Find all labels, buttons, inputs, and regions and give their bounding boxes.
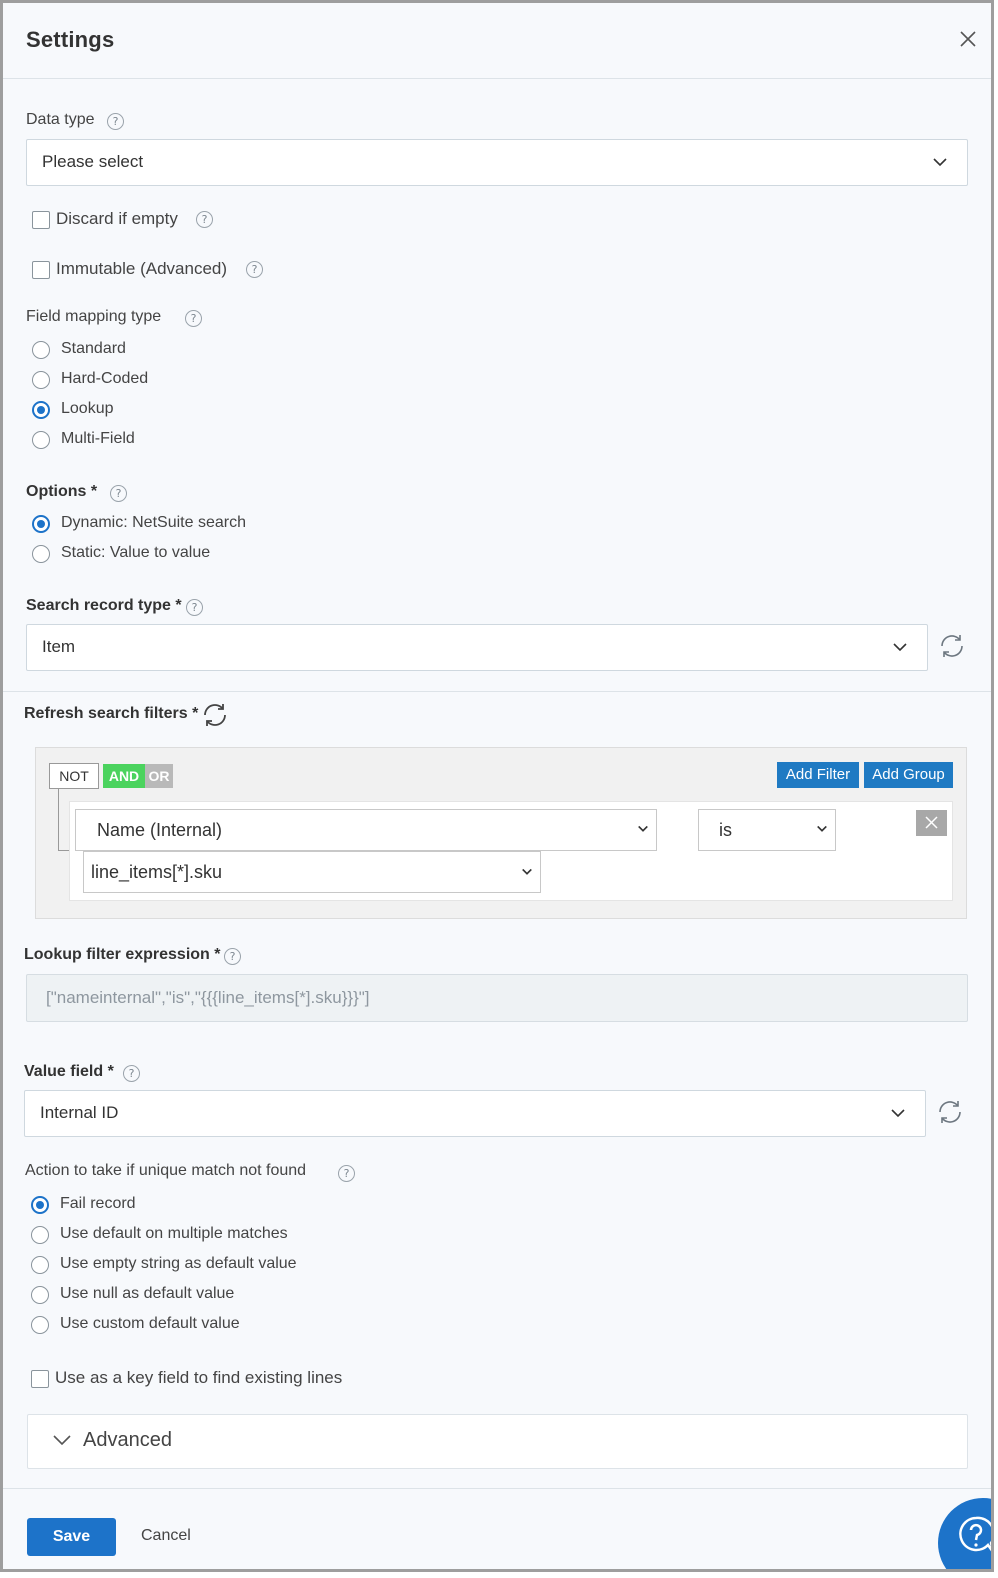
radio-custom-default-label: Use custom default value: [60, 1315, 240, 1332]
radio-empty-string-default-label: Use empty string as default value: [60, 1255, 297, 1272]
save-button[interactable]: Save: [27, 1518, 116, 1556]
radio-standard-label: Standard: [61, 340, 126, 357]
radio-null-default[interactable]: [31, 1286, 49, 1304]
search-record-type-label: Search record type *: [26, 597, 182, 614]
radio-default-multiple-matches-label: Use default on multiple matches: [60, 1225, 288, 1242]
or-toggle-button[interactable]: OR: [145, 764, 173, 788]
radio-multi-field[interactable]: [32, 431, 50, 449]
search-record-type-value: Item: [42, 637, 76, 656]
discard-if-empty-help-icon[interactable]: ?: [196, 211, 213, 228]
not-toggle-button[interactable]: NOT: [49, 763, 99, 789]
close-icon[interactable]: [956, 27, 980, 51]
chevron-down-icon: [933, 158, 947, 167]
data-type-label: Data type: [26, 111, 95, 128]
radio-fail-record[interactable]: [31, 1196, 49, 1214]
radio-null-default-label: Use null as default value: [60, 1285, 235, 1302]
lookup-filter-expression-label: Lookup filter expression *: [24, 946, 221, 963]
help-launcher-button[interactable]: [938, 1498, 991, 1569]
options-help-icon[interactable]: ?: [110, 485, 127, 502]
key-field-label: Use as a key field to find existing line…: [55, 1368, 343, 1387]
radio-standard[interactable]: [32, 341, 50, 359]
radio-lookup-label: Lookup: [61, 400, 114, 417]
radio-fail-record-label: Fail record: [60, 1195, 136, 1212]
radio-hard-coded[interactable]: [32, 371, 50, 389]
refresh-search-filters-label: Refresh search filters *: [24, 705, 199, 722]
chevron-down-icon: [891, 1109, 905, 1118]
unique-match-action-label: Action to take if unique match not found: [25, 1162, 307, 1179]
data-type-help-icon[interactable]: ?: [107, 113, 124, 130]
data-type-value: Please select: [42, 152, 144, 171]
radio-lookup[interactable]: [32, 401, 50, 419]
refresh-icon[interactable]: [936, 1098, 964, 1126]
radio-static-value-to-value[interactable]: [32, 545, 50, 563]
radio-multi-field-label: Multi-Field: [61, 430, 135, 447]
rule-field-value: Name (Internal): [97, 820, 223, 840]
header-divider: [3, 78, 991, 79]
add-group-button[interactable]: Add Group: [864, 762, 953, 788]
rule-field-select[interactable]: Name (Internal): [75, 809, 657, 851]
close-icon: [925, 816, 938, 829]
rule-value-select[interactable]: line_items[*].sku: [83, 851, 541, 893]
chevron-down-icon: [522, 868, 532, 875]
value-field-label: Value field *: [24, 1063, 114, 1080]
settings-drawer: Settings Data type ? Please select Disca…: [0, 0, 994, 1572]
cancel-button[interactable]: Cancel: [141, 1527, 191, 1545]
unique-match-action-help-icon[interactable]: ?: [338, 1165, 355, 1182]
radio-default-multiple-matches[interactable]: [31, 1226, 49, 1244]
radio-hard-coded-label: Hard-Coded: [61, 370, 149, 387]
chevron-down-icon: [817, 825, 827, 832]
data-type-select[interactable]: Please select: [26, 139, 968, 186]
radio-static-label: Static: Value to value: [61, 544, 211, 561]
lookup-filter-expression-field: ["nameinternal","is","{{{line_items[*].s…: [26, 974, 968, 1022]
section-divider: [3, 691, 991, 692]
refresh-icon[interactable]: [201, 701, 229, 729]
search-record-type-select[interactable]: Item: [26, 624, 928, 671]
radio-dynamic-netsuite-search[interactable]: [32, 515, 50, 533]
delete-rule-button[interactable]: [916, 810, 947, 836]
radio-empty-string-default[interactable]: [31, 1256, 49, 1274]
discard-if-empty-checkbox[interactable]: [32, 211, 50, 229]
question-bubble-icon: [959, 1516, 991, 1552]
value-field-help-icon[interactable]: ?: [123, 1065, 140, 1082]
options-label: Options *: [26, 483, 98, 500]
immutable-checkbox[interactable]: [32, 261, 50, 279]
value-field-select[interactable]: Internal ID: [24, 1090, 926, 1137]
lookup-filter-expression-help-icon[interactable]: ?: [224, 948, 241, 965]
rule-operator-value: is: [719, 820, 732, 840]
refresh-icon[interactable]: [938, 632, 966, 660]
and-toggle-button[interactable]: AND: [103, 764, 145, 788]
chevron-down-icon: [638, 825, 648, 832]
immutable-help-icon[interactable]: ?: [246, 261, 263, 278]
radio-custom-default[interactable]: [31, 1316, 49, 1334]
page-title: Settings: [26, 27, 115, 52]
immutable-label: Immutable (Advanced): [56, 259, 228, 278]
field-mapping-type-label: Field mapping type: [26, 308, 162, 325]
discard-if-empty-label: Discard if empty: [56, 209, 178, 228]
rule-value: line_items[*].sku: [91, 862, 223, 882]
field-mapping-type-help-icon[interactable]: ?: [185, 310, 202, 327]
key-field-checkbox[interactable]: [31, 1370, 49, 1388]
footer-divider: [3, 1488, 991, 1489]
add-filter-button[interactable]: Add Filter: [777, 762, 859, 788]
chevron-down-icon: [53, 1435, 71, 1446]
search-record-type-help-icon[interactable]: ?: [186, 599, 203, 616]
advanced-label: Advanced: [83, 1429, 172, 1451]
chevron-down-icon: [893, 643, 907, 652]
value-field-value: Internal ID: [40, 1103, 119, 1122]
radio-dynamic-label: Dynamic: NetSuite search: [61, 514, 246, 531]
